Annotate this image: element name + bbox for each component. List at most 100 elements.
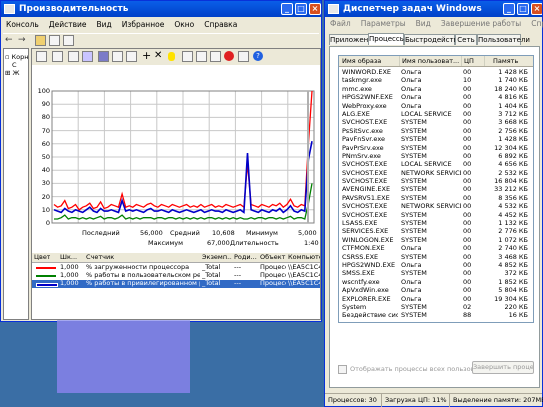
process-rows: WINWORD.EXE Ольга 00 1 428 КБ taskmgr.exe Оль…	[339, 67, 533, 320]
minimize-icon[interactable]: _	[503, 3, 515, 15]
tree-item[interactable]: ▫ Корн	[5, 53, 28, 61]
column-header-memory[interactable]: Память	[484, 56, 533, 66]
process-row[interactable]: WINWORD.EXE Ольга 00 1 428 КБ	[339, 68, 533, 76]
perf-title-bar[interactable]: Производительность _ □ ×	[1, 1, 321, 17]
up-folder-icon[interactable]	[35, 35, 46, 46]
perf-menu-item[interactable]: Вид	[92, 19, 117, 31]
process-cpu: 00	[463, 135, 472, 144]
column-header-scale[interactable]: Шк...	[60, 253, 78, 262]
maximize-icon[interactable]: □	[295, 3, 307, 15]
perf-menu-item[interactable]: Справка	[199, 19, 242, 31]
end-process-button[interactable]: Завершить процесс	[472, 361, 534, 374]
process-user-name: Ольга	[401, 76, 422, 85]
process-row[interactable]: Бездействие сис...SYSTEM 88 16 КБ	[339, 311, 533, 319]
taskmgr-menu-item[interactable]: Справка	[526, 18, 543, 30]
close-icon[interactable]: ×	[531, 3, 542, 15]
legend-object: Процесс...	[260, 264, 286, 271]
legend-row-selected[interactable]: 1,000 % работы в привилегированном реж..…	[32, 280, 320, 288]
forward-icon[interactable]: →	[18, 36, 29, 47]
tab-processes[interactable]: Процессы	[368, 33, 405, 45]
taskmgr-menu-item[interactable]: Параметры	[356, 18, 411, 30]
perf-menu-item[interactable]: Избранное	[117, 19, 170, 31]
process-row[interactable]: PAVSRV51.EXE SYSTEM 00 8 356 КБ	[339, 194, 533, 202]
taskmgr-menu-item[interactable]: Вид	[411, 18, 436, 30]
process-row[interactable]: taskmgr.exe Ольга 10 1 740 КБ	[339, 76, 533, 84]
help-icon[interactable]	[63, 35, 74, 46]
back-icon[interactable]: ←	[5, 36, 16, 47]
process-row[interactable]: SERVICES.EXE SYSTEM 00 2 776 КБ	[339, 227, 533, 235]
process-row[interactable]: System SYSTEM 02 220 КБ	[339, 303, 533, 311]
column-header-instance[interactable]: Экземп...	[202, 253, 232, 262]
process-row[interactable]: EXPLORER.EXE Ольга 00 19 304 КБ	[339, 295, 533, 303]
minimize-icon[interactable]: _	[281, 3, 293, 15]
process-row[interactable]: SVCHOST.EXE SYSTEM 00 3 668 КБ	[339, 118, 533, 126]
tree-item[interactable]: ⊞ Ж	[5, 69, 20, 77]
process-row[interactable]: WebProxy.exe Ольга 00 1 404 КБ	[339, 102, 533, 110]
column-header-image-name[interactable]: Имя образа	[342, 56, 398, 66]
tab-applications[interactable]: Приложения	[329, 34, 377, 45]
process-row[interactable]: SVCHOST.EXE SYSTEM 00 4 452 КБ	[339, 211, 533, 219]
legend-row[interactable]: 1,000 % работы в пользовательском режиме…	[32, 272, 320, 279]
process-row[interactable]: PsSitSvc.exe SYSTEM 00 2 756 КБ	[339, 127, 533, 135]
process-memory: 2 532 КБ	[498, 168, 528, 177]
process-memory: 18 240 КБ	[494, 84, 528, 93]
column-header-counter[interactable]: Счетчик	[86, 253, 126, 262]
tree-item[interactable]: С	[12, 61, 17, 69]
process-row[interactable]: SVCHOST.EXE SYSTEM 00 16 804 КБ	[339, 177, 533, 185]
show-all-processes-checkbox[interactable]	[338, 365, 347, 374]
process-row[interactable]: SVCHOST.EXE NETWORK SERVICE 00 4 532 КБ	[339, 202, 533, 210]
process-cpu: 00	[463, 294, 472, 303]
process-row[interactable]: ALG.EXE LOCAL SERVICE 00 3 712 КБ	[339, 110, 533, 118]
process-image-name: ApVxdWin.exe	[342, 286, 389, 295]
process-row[interactable]: PavFnSvr.exe SYSTEM 00 1 428 КБ	[339, 135, 533, 143]
process-user-name: SYSTEM	[401, 210, 427, 219]
process-row[interactable]: HPGS2WNF.EXE Ольга 00 4 816 КБ	[339, 93, 533, 101]
process-row[interactable]: PNmSrv.exe SYSTEM 00 6 892 КБ	[339, 152, 533, 160]
process-row[interactable]: PavPrSrv.exe SYSTEM 00 12 304 КБ	[339, 144, 533, 152]
column-header-computer[interactable]: Компьютер	[288, 253, 320, 262]
process-row[interactable]: SVCHOST.EXE LOCAL SERVICE 00 4 656 КБ	[339, 160, 533, 168]
column-header-object[interactable]: Объект	[260, 253, 286, 262]
process-memory: 12 304 КБ	[494, 143, 528, 152]
process-row[interactable]: CSRSS.EXE SYSTEM 00 3 468 КБ	[339, 253, 533, 261]
process-row[interactable]: AVENGINE.EXE SYSTEM 00 33 212 КБ	[339, 185, 533, 193]
perf-menu-item[interactable]: Действие	[44, 19, 92, 31]
process-row[interactable]: SMSS.EXE SYSTEM 00 372 КБ	[339, 269, 533, 277]
taskmgr-menu-item[interactable]: Завершение работы	[436, 18, 526, 30]
taskmgr-menu-item[interactable]: Файл	[325, 18, 356, 30]
column-header-color[interactable]: Цвет	[34, 253, 50, 262]
process-memory: 5 804 КБ	[498, 286, 528, 295]
legend-object: Процесс...	[260, 272, 286, 279]
close-icon[interactable]: ×	[309, 3, 321, 15]
process-row[interactable]: CTFMON.EXE Ольга 00 2 740 КБ	[339, 244, 533, 252]
taskmgr-title-bar[interactable]: Диспетчер задач Windows _ □ ×	[325, 1, 542, 17]
process-cpu: 00	[463, 109, 472, 118]
maximize-icon[interactable]: □	[517, 3, 529, 15]
tab-performance[interactable]: Быстродействие	[404, 34, 467, 45]
process-cpu: 10	[463, 76, 472, 85]
legend-row[interactable]: 1,000 % загруженности процессора _Total …	[32, 264, 320, 271]
tab-networking[interactable]: Сеть	[455, 34, 477, 45]
process-row[interactable]: LSASS.EXE SYSTEM 00 1 132 КБ	[339, 219, 533, 227]
process-row[interactable]: WINLOGON.EXE SYSTEM 00 1 072 КБ	[339, 236, 533, 244]
process-memory: 4 452 КБ	[498, 210, 528, 219]
perf-menu-item[interactable]: Окно	[169, 19, 199, 31]
process-row[interactable]: ApVxdWin.exe Ольга 00 5 804 КБ	[339, 286, 533, 294]
process-row[interactable]: SVCHOST.EXE NETWORK SERVICE 00 2 532 КБ	[339, 169, 533, 177]
process-memory: 4 816 КБ	[498, 93, 528, 102]
legend-computer: \\EA5C1C4...	[288, 272, 320, 279]
process-row[interactable]: HPGS2WND.EXE Ольга 00 4 852 КБ	[339, 261, 533, 269]
legend-parent: ---	[234, 264, 242, 271]
process-row[interactable]: mmc.exe Ольга 00 18 240 КБ	[339, 85, 533, 93]
legend-computer: \\EA5C1C4...	[288, 264, 320, 271]
average-value: 10,608	[212, 229, 235, 237]
perf-toolbar: ← →	[3, 33, 319, 47]
perf-menu-item[interactable]: Консоль	[1, 19, 44, 31]
column-header-cpu[interactable]: ЦП	[461, 56, 486, 66]
process-user-name: Ольга	[401, 260, 422, 269]
show-tree-icon[interactable]	[49, 35, 60, 46]
tab-users[interactable]: Пользователи	[477, 34, 530, 45]
process-row[interactable]: wscntfy.exe Ольга 00 1 852 КБ	[339, 278, 533, 286]
column-header-user-name[interactable]: Имя пользоват...	[399, 56, 464, 66]
column-header-parent[interactable]: Роди...	[234, 253, 258, 262]
